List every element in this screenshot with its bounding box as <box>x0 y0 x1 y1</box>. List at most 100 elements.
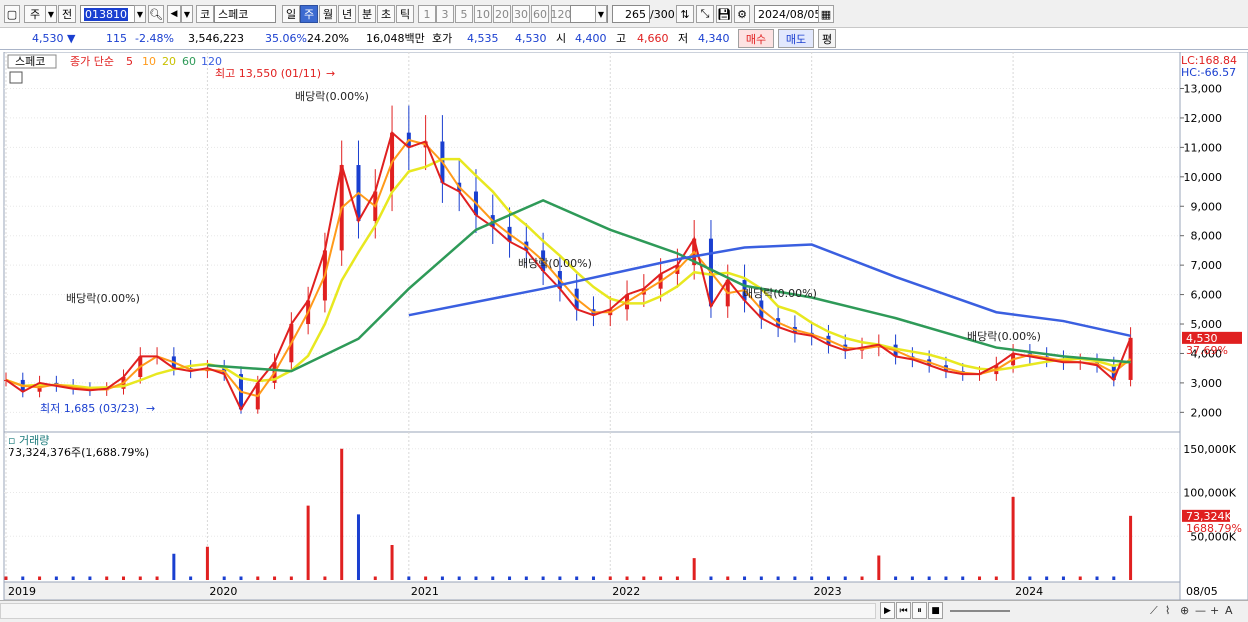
volume-bar <box>88 576 92 580</box>
volume-bar <box>994 576 998 580</box>
date-input[interactable]: 2024/08/05 <box>754 5 821 23</box>
speaker-icon[interactable]: ◀ <box>167 5 181 23</box>
volume-bar <box>709 576 713 580</box>
chevron-down-icon[interactable]: ▼ <box>45 5 57 23</box>
volume-bar <box>978 576 982 580</box>
interval-tab-1[interactable]: 1 <box>418 5 436 23</box>
time-axis-label: 2021 <box>411 585 439 598</box>
volume-bar <box>407 576 411 580</box>
volume-bar <box>256 576 260 580</box>
count-total: /300 <box>650 8 675 21</box>
stock-name-field[interactable]: 스페코 <box>214 5 276 23</box>
window-icon[interactable]: ▢ <box>4 5 20 23</box>
volume-bar <box>222 576 226 580</box>
volume-bar <box>608 576 612 580</box>
code-input[interactable]: 013810 <box>80 5 135 23</box>
prev-button[interactable]: 전 <box>58 5 76 23</box>
volume-bar <box>1061 576 1065 580</box>
sell-button[interactable]: 매도 <box>778 29 814 48</box>
interval-tab-30[interactable]: 30 <box>512 5 530 23</box>
volume-bar <box>810 576 814 580</box>
interval-tab-20[interactable]: 20 <box>493 5 511 23</box>
code-dropdown-icon[interactable]: ▼ <box>134 5 146 23</box>
high-price: 4,660 <box>637 32 669 45</box>
zoom-in-icon[interactable]: ⊕ <box>1180 604 1189 617</box>
interval-tab-3[interactable]: 3 <box>436 5 454 23</box>
hc-label: HC:-66.57 <box>1181 66 1236 79</box>
search-icon[interactable]: 🔍︎ <box>148 5 164 23</box>
volume-tick-label: 100,000K <box>1183 487 1236 500</box>
volume-bar <box>373 576 377 580</box>
count-input[interactable]: 265 <box>612 5 650 23</box>
interval-tab-5[interactable]: 5 <box>455 5 473 23</box>
line-tool-icon[interactable]: ⟋ <box>1150 604 1158 618</box>
volume-bar <box>340 448 344 580</box>
volume-bar <box>894 576 898 580</box>
text-tool-icon[interactable]: A <box>1225 604 1233 617</box>
chart-settings-icon[interactable]: ⇅ <box>676 5 694 23</box>
add-icon[interactable]: + <box>1210 604 1219 617</box>
legend-ma-60: 60 <box>182 55 196 68</box>
rewind-icon[interactable]: ⏮ <box>896 602 911 619</box>
interval-tab-10[interactable]: 10 <box>474 5 492 23</box>
volume-bar <box>625 576 629 580</box>
period-tab-1[interactable]: 주 <box>300 5 318 23</box>
volume-bar <box>491 576 495 580</box>
stop-icon[interactable]: ■ <box>928 602 943 619</box>
dividend-annotation-0: 배당락(0.00%) <box>66 292 140 305</box>
volume-bar <box>575 576 579 580</box>
price-tick-label: 12,000 <box>1184 112 1223 125</box>
volume-bar <box>4 576 8 580</box>
time-axis-label: 2020 <box>209 585 237 598</box>
change-value: 115 <box>106 32 127 45</box>
bottom-bar: ▶ ⏮ ⏸ ■ ⟋ ⌇ ⊕ — + A <box>0 600 1248 622</box>
bid-label: 호가 <box>432 32 453 45</box>
stock-name: 스페코 <box>218 8 249 21</box>
calendar-icon[interactable]: ▦ <box>818 5 834 23</box>
play-icon[interactable]: ▶ <box>880 602 895 619</box>
volume-bar <box>961 576 965 580</box>
current-price: 4,530 <box>32 32 64 45</box>
speaker-dropdown-icon[interactable]: ▼ <box>181 5 193 23</box>
zoom-slider[interactable] <box>950 610 1010 612</box>
ruler-icon[interactable]: ⌇ <box>1165 604 1170 617</box>
zoom-out-icon[interactable]: — <box>1195 604 1206 617</box>
interval-tab-120[interactable]: 120 <box>551 5 572 23</box>
legend-ma-20: 20 <box>162 55 176 68</box>
period-tab-4[interactable]: 분 <box>358 5 376 23</box>
eval-button[interactable]: 평 <box>818 29 836 48</box>
period-tab-2[interactable]: 월 <box>319 5 337 23</box>
period-tab-3[interactable]: 년 <box>338 5 356 23</box>
volume-bar <box>457 576 461 580</box>
zoom-icon[interactable]: ⤡ <box>696 5 714 23</box>
time-axis-label: 2022 <box>612 585 640 598</box>
volume-bar <box>759 576 763 580</box>
period-tab-5[interactable]: 초 <box>377 5 395 23</box>
save-icon[interactable]: 💾︎ <box>716 5 732 23</box>
market-select[interactable]: 주 <box>24 5 46 23</box>
volume-bar <box>793 576 797 580</box>
interval-tab-60[interactable]: 60 <box>531 5 549 23</box>
change-percent: -2.48% <box>135 32 174 45</box>
volume-bar <box>642 576 646 580</box>
volume-tick-label: 150,000K <box>1183 443 1236 456</box>
volume-ratio: 35.06% <box>265 32 307 45</box>
gear-icon[interactable]: ⚙ <box>734 5 750 23</box>
stock-chart[interactable]: 13,000 12,000 11,000 10,000 9,000 8,000 7,000 6… <box>0 52 1248 600</box>
price-tick-label: 11,000 <box>1184 141 1223 154</box>
time-axis-end-label: 08/05 <box>1186 585 1218 598</box>
volume-current-pct: 1688.79% <box>1186 522 1242 535</box>
code-value: 013810 <box>84 7 128 21</box>
pause-icon[interactable]: ⏸ <box>912 602 927 619</box>
period-tab-6[interactable]: 틱 <box>396 5 414 23</box>
interval-dropdown-icon[interactable]: ▼ <box>595 5 607 23</box>
price-tick-label: 10,000 <box>1184 171 1223 184</box>
eval-label: 평 <box>821 32 833 46</box>
buy-button[interactable]: 매수 <box>738 29 774 48</box>
volume-panel <box>3 431 1181 585</box>
period-tab-0[interactable]: 일 <box>282 5 300 23</box>
volume-bar <box>1028 576 1032 580</box>
horizontal-scrollbar[interactable] <box>0 603 876 619</box>
market-code-button[interactable]: 코 <box>196 5 214 23</box>
legend-price-type: 종가 단순 <box>70 55 114 68</box>
